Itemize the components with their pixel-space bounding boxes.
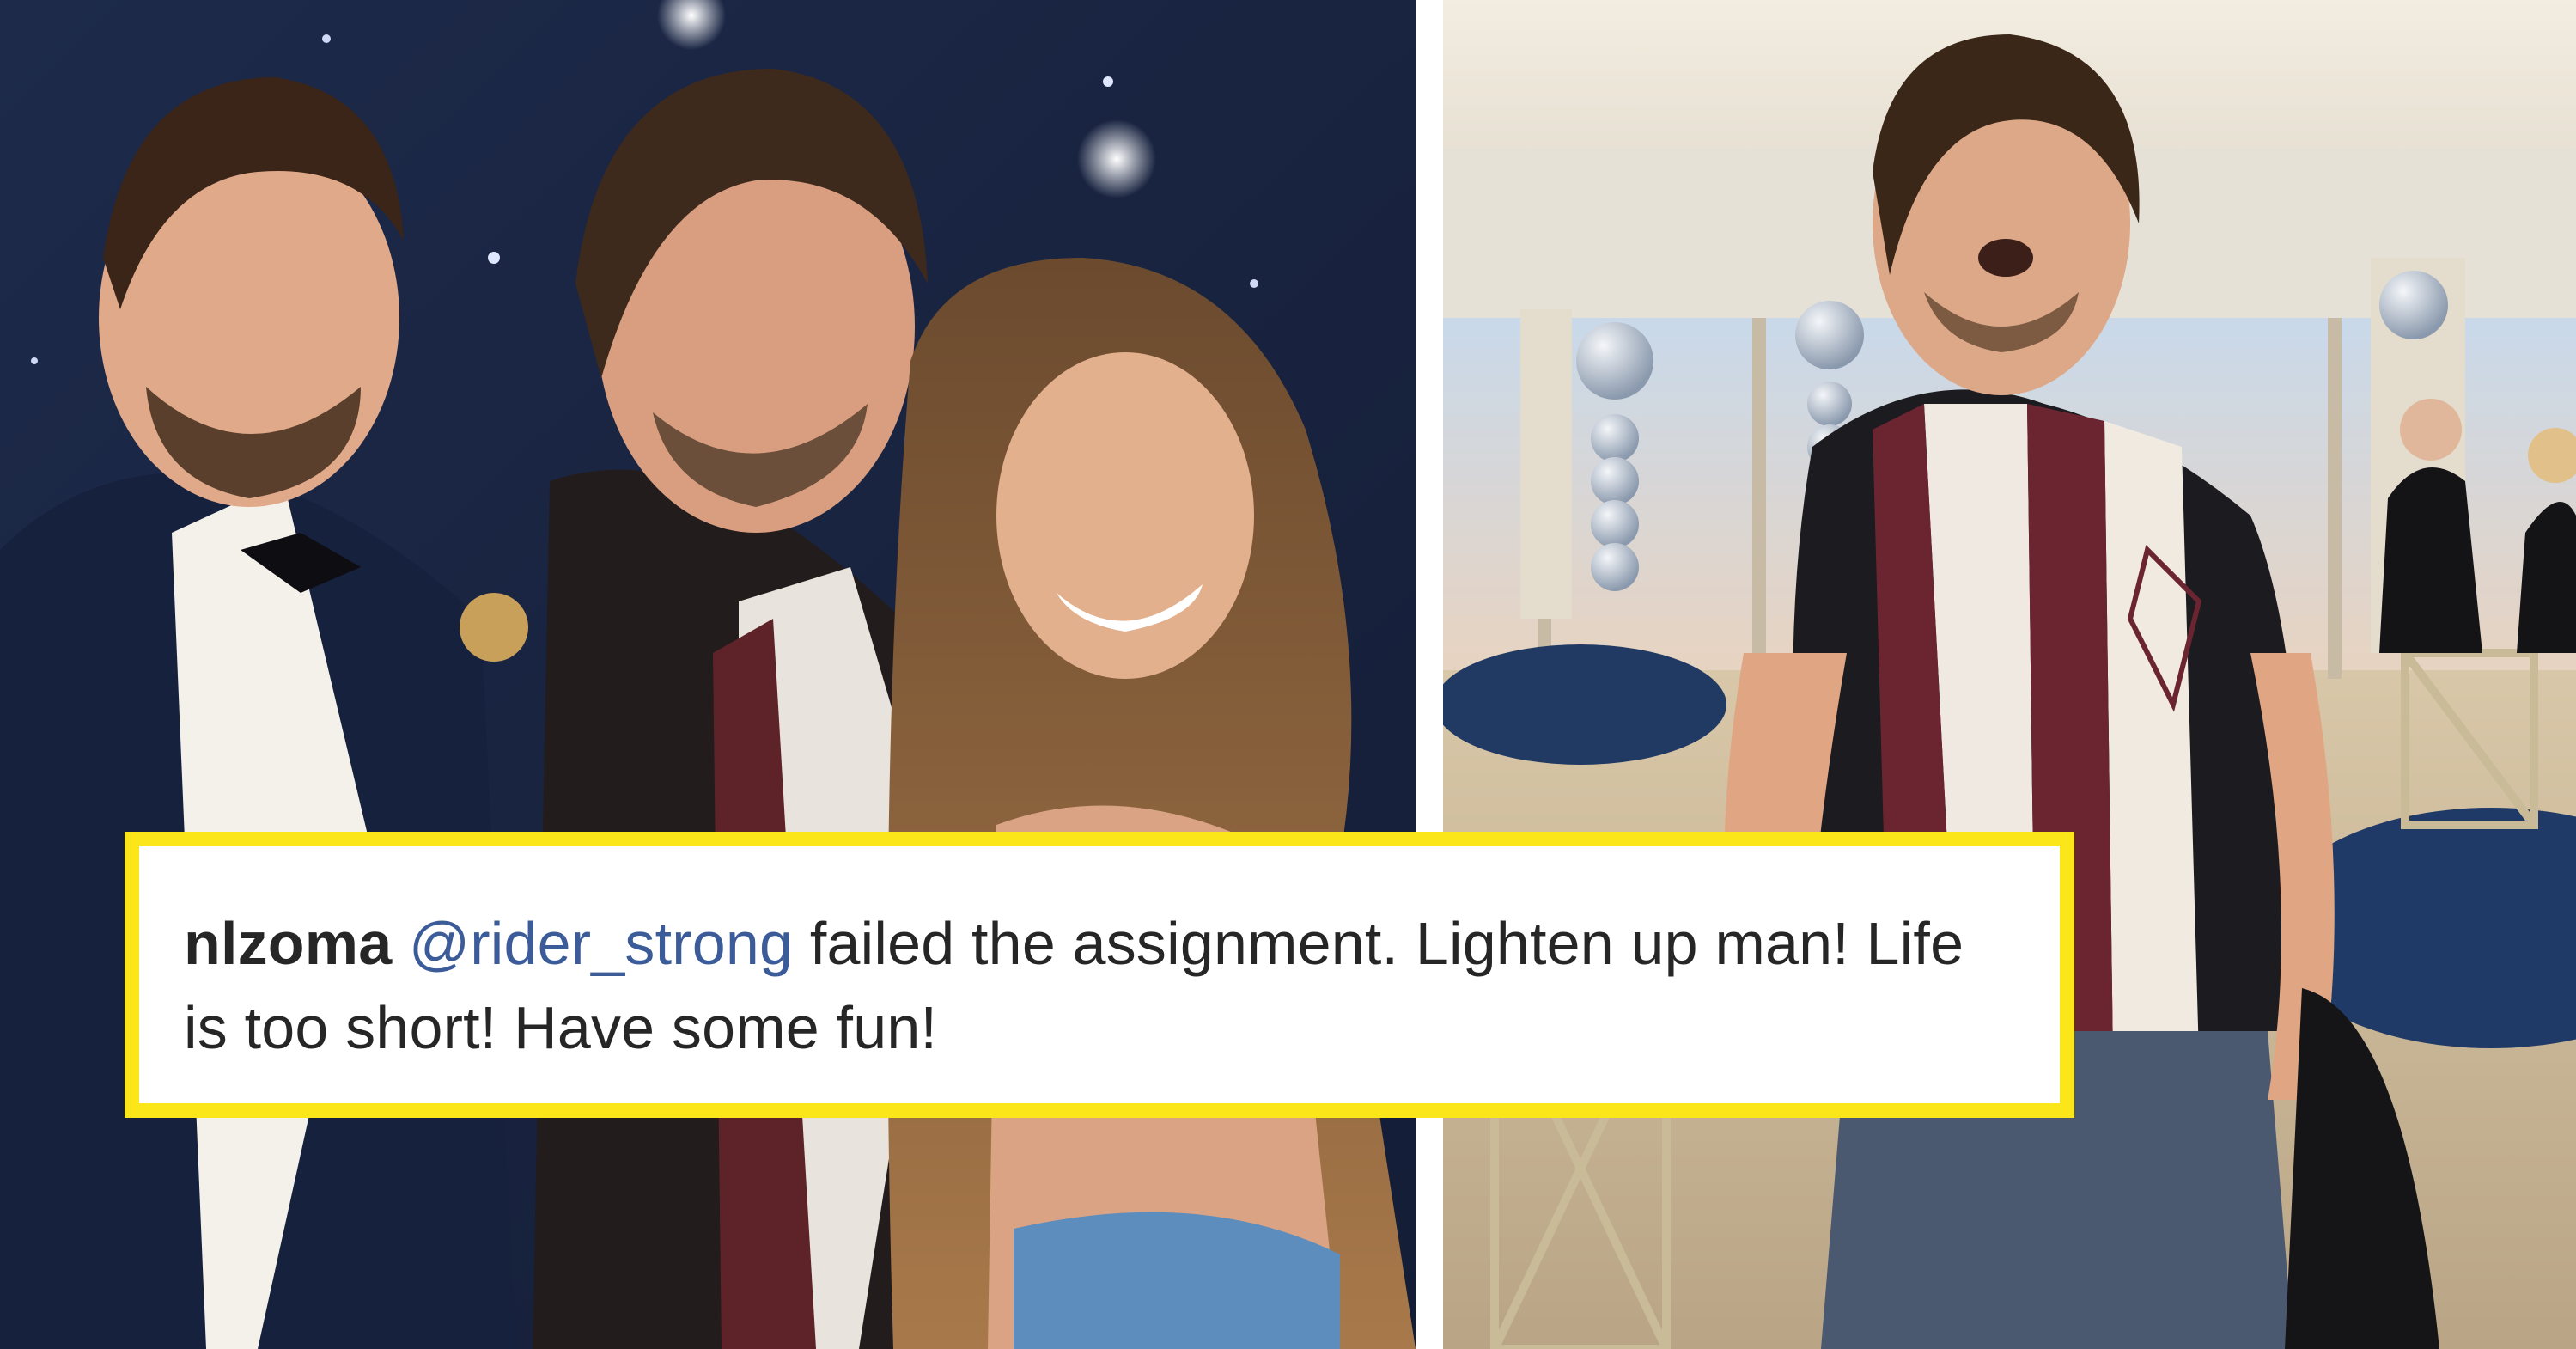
comment-mention[interactable]: @rider_strong — [409, 910, 793, 977]
comment-caption-box: nlzoma @rider_strong failed the assignme… — [125, 832, 2074, 1118]
three-people-posing-photo — [0, 0, 1416, 1349]
photo-divider — [1416, 0, 1443, 1349]
comment-text: nlzoma @rider_strong failed the assignme… — [184, 901, 2015, 1070]
comment-username[interactable]: nlzoma — [184, 910, 392, 977]
man-in-ballroom-photo — [1443, 0, 2576, 1349]
